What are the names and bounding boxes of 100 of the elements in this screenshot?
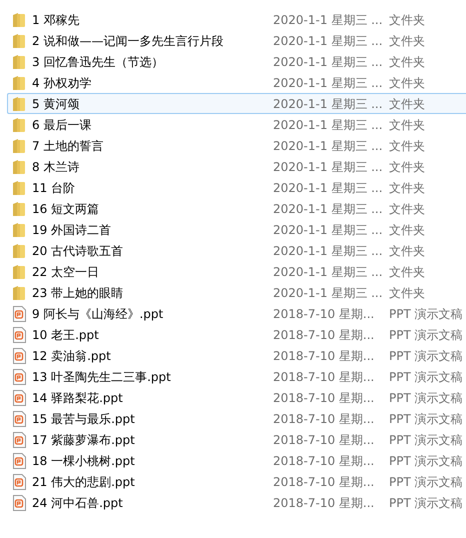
document-icon	[13, 368, 26, 384]
file-row[interactable]: 5 黄河颂 2020-1-1 星期三 ... 文件夹	[7, 93, 466, 114]
folder-icon	[12, 138, 26, 154]
file-name: 15 最苦与最乐.ppt	[32, 412, 135, 426]
file-type: 文件夹	[389, 96, 425, 110]
file-row[interactable]: 12 卖油翁.ppt 2018-7-10 星期... PPT 演示文稿	[7, 345, 466, 366]
modified-date: 2020-1-1 星期三 ...	[273, 96, 383, 110]
folder-icon	[12, 12, 26, 28]
file-name: 16 短文两篇	[32, 202, 100, 216]
modified-date: 2020-1-1 星期三 ...	[273, 138, 383, 152]
modified-date: 2018-7-10 星期...	[273, 454, 374, 468]
folder-icon	[12, 116, 26, 132]
document-icon	[13, 452, 26, 468]
document-icon	[13, 410, 26, 426]
file-name: 9 阿长与《山海经》.ppt	[32, 306, 164, 320]
document-icon	[13, 474, 26, 490]
file-name: 11 台阶	[32, 180, 76, 194]
file-name: 10 老王.ppt	[32, 328, 99, 342]
file-type: PPT 演示文稿	[389, 306, 463, 320]
file-type: 文件夹	[389, 264, 425, 278]
folder-icon	[12, 54, 26, 70]
file-row[interactable]: 18 一棵小桃树.ppt 2018-7-10 星期... PPT 演示文稿	[7, 450, 466, 471]
file-row[interactable]: 21 伟大的悲剧.ppt 2018-7-10 星期... PPT 演示文稿	[7, 471, 466, 492]
modified-date: 2018-7-10 星期...	[273, 370, 374, 384]
file-type: 文件夹	[389, 76, 425, 90]
file-row[interactable]: 6 最后一课 2020-1-1 星期三 ... 文件夹	[7, 114, 466, 135]
folder-icon	[12, 180, 26, 196]
modified-date: 2018-7-10 星期...	[273, 496, 374, 510]
folder-icon	[12, 200, 26, 216]
file-row[interactable]: 7 土地的誓言 2020-1-1 星期三 ... 文件夹	[7, 135, 466, 156]
file-type: 文件夹	[389, 12, 425, 26]
file-name: 5 黄河颂	[32, 96, 80, 110]
file-row[interactable]: 9 阿长与《山海经》.ppt 2018-7-10 星期... PPT 演示文稿	[7, 303, 466, 324]
file-row[interactable]: 22 太空一日 2020-1-1 星期三 ... 文件夹	[7, 261, 466, 282]
file-name: 19 外国诗二首	[32, 222, 112, 236]
file-name: 2 说和做——记闻一多先生言行片段	[32, 34, 224, 48]
folder-icon	[12, 242, 26, 258]
file-name: 22 太空一日	[32, 264, 100, 278]
modified-date: 2018-7-10 星期...	[273, 390, 374, 404]
file-name: 8 木兰诗	[32, 160, 80, 174]
file-row[interactable]: 2 说和做——记闻一多先生言行片段 2020-1-1 星期三 ... 文件夹	[7, 30, 466, 51]
modified-date: 2020-1-1 星期三 ...	[273, 180, 383, 194]
file-type: 文件夹	[389, 180, 425, 194]
document-icon	[13, 326, 26, 342]
file-type: PPT 演示文稿	[389, 328, 463, 342]
modified-date: 2018-7-10 星期...	[273, 432, 374, 446]
file-type: 文件夹	[389, 34, 425, 48]
file-name: 18 一棵小桃树.ppt	[32, 454, 135, 468]
file-row[interactable]: 20 古代诗歌五首 2020-1-1 星期三 ... 文件夹	[7, 240, 466, 261]
file-row[interactable]: 23 带上她的眼睛 2020-1-1 星期三 ... 文件夹	[7, 282, 466, 303]
file-name: 21 伟大的悲剧.ppt	[32, 474, 135, 488]
file-type: 文件夹	[389, 286, 425, 300]
modified-date: 2020-1-1 星期三 ...	[273, 12, 383, 26]
file-row[interactable]: 10 老王.ppt 2018-7-10 星期... PPT 演示文稿	[7, 324, 466, 345]
file-row[interactable]: 24 河中石兽.ppt 2018-7-10 星期... PPT 演示文稿	[7, 492, 466, 513]
file-name: 1 邓稼先	[32, 12, 80, 26]
file-type: PPT 演示文稿	[389, 432, 463, 446]
file-row[interactable]: 14 驿路梨花.ppt 2018-7-10 星期... PPT 演示文稿	[7, 387, 466, 408]
file-name: 6 最后一课	[32, 118, 92, 132]
file-type: 文件夹	[389, 54, 425, 68]
file-type: PPT 演示文稿	[389, 348, 463, 362]
folder-icon	[12, 32, 26, 48]
modified-date: 2018-7-10 星期...	[273, 412, 374, 426]
document-icon	[13, 306, 26, 322]
file-name: 24 河中石兽.ppt	[32, 496, 123, 510]
file-type: 文件夹	[389, 138, 425, 152]
file-row[interactable]: 11 台阶 2020-1-1 星期三 ... 文件夹	[7, 177, 466, 198]
file-type: PPT 演示文稿	[389, 390, 463, 404]
file-name: 23 带上她的眼睛	[32, 286, 124, 300]
modified-date: 2018-7-10 星期...	[273, 328, 374, 342]
file-type: PPT 演示文稿	[389, 370, 463, 384]
folder-icon	[12, 264, 26, 280]
file-name: 4 孙权劝学	[32, 76, 92, 90]
modified-date: 2020-1-1 星期三 ...	[273, 76, 383, 90]
file-row[interactable]: 15 最苦与最乐.ppt 2018-7-10 星期... PPT 演示文稿	[7, 408, 466, 429]
modified-date: 2020-1-1 星期三 ...	[273, 54, 383, 68]
file-row[interactable]: 16 短文两篇 2020-1-1 星期三 ... 文件夹	[7, 198, 466, 219]
file-row[interactable]: 8 木兰诗 2020-1-1 星期三 ... 文件夹	[7, 156, 466, 177]
file-name: 20 古代诗歌五首	[32, 244, 124, 258]
folder-icon	[12, 222, 26, 238]
modified-date: 2020-1-1 星期三 ...	[273, 34, 383, 48]
modified-date: 2020-1-1 星期三 ...	[273, 286, 383, 300]
folder-icon	[12, 158, 26, 174]
modified-date: 2018-7-10 星期...	[273, 306, 374, 320]
modified-date: 2020-1-1 星期三 ...	[273, 264, 383, 278]
file-row[interactable]: 1 邓稼先 2020-1-1 星期三 ... 文件夹	[7, 9, 466, 30]
file-row[interactable]: 19 外国诗二首 2020-1-1 星期三 ... 文件夹	[7, 219, 466, 240]
document-icon	[13, 494, 26, 510]
folder-icon	[12, 96, 26, 112]
modified-date: 2020-1-1 星期三 ...	[273, 118, 383, 132]
modified-date: 2020-1-1 星期三 ...	[273, 222, 383, 236]
file-row[interactable]: 4 孙权劝学 2020-1-1 星期三 ... 文件夹	[7, 72, 466, 93]
file-type: 文件夹	[389, 244, 425, 258]
file-type: PPT 演示文稿	[389, 496, 463, 510]
folder-icon	[12, 284, 26, 300]
file-type: PPT 演示文稿	[389, 474, 463, 488]
file-row[interactable]: 3 回忆鲁迅先生（节选） 2020-1-1 星期三 ... 文件夹	[7, 51, 466, 72]
file-row[interactable]: 13 叶圣陶先生二三事.ppt 2018-7-10 星期... PPT 演示文稿	[7, 366, 466, 387]
file-row[interactable]: 17 紫藤萝瀑布.ppt 2018-7-10 星期... PPT 演示文稿	[7, 429, 466, 450]
file-name: 12 卖油翁.ppt	[32, 348, 111, 362]
